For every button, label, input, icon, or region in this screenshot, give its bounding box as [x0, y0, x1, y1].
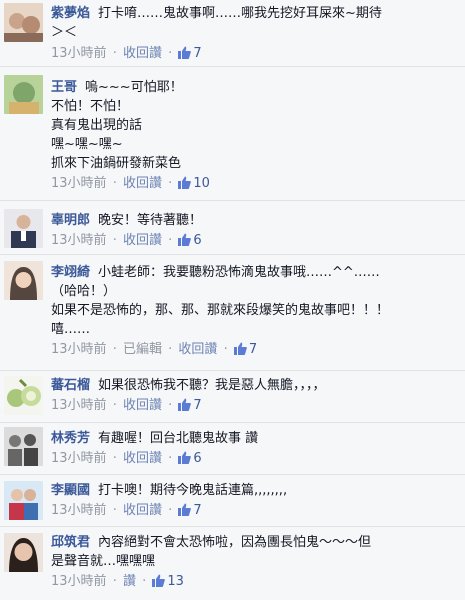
comment-timestamp[interactable]: 13小時前 [51, 342, 107, 357]
avatar[interactable] [4, 209, 43, 248]
comment: 蕃石榴 如果很恐怖我不聽？我是惡人無膽，，，， 13小時前 · 收回讚 · 7 [0, 370, 465, 422]
thumbs-up-icon [233, 342, 247, 355]
like-count[interactable]: 10 [178, 176, 210, 191]
unlike-link[interactable]: 收回讚 [123, 233, 162, 248]
like-count[interactable]: 13 [152, 574, 184, 589]
thumbs-up-icon [152, 574, 166, 587]
comment-timestamp[interactable]: 13小時前 [51, 233, 107, 248]
comment-timestamp[interactable]: 13小時前 [51, 503, 107, 518]
thumbs-up-icon [178, 176, 192, 189]
comment: 李翊綺 小蛙老師：我要聽粉恐怖滴鬼故事哦……^^…… （哈哈！） 如果不是恐怖的，… [0, 254, 465, 370]
unlike-link[interactable]: 收回讚 [178, 342, 217, 357]
thumbs-up-icon [178, 503, 192, 516]
avatar[interactable] [4, 75, 43, 114]
comment-text: 打卡唷……鬼故事啊……哪我先挖好耳屎來~期待 ＞＜ [51, 6, 382, 40]
like-count[interactable]: 7 [178, 398, 202, 413]
commenter-name[interactable]: 邱筑君 [51, 535, 90, 550]
commenter-name[interactable]: 林秀芳 [51, 431, 90, 446]
comment: 邱筑君 內容絕對不會太恐怖啦，因為團長怕鬼～～～但 是聲音就…嘿嘿嘿 13小時前 … [0, 526, 465, 600]
comment-timestamp[interactable]: 13小時前 [51, 451, 107, 466]
commenter-name[interactable]: 李顯國 [51, 483, 90, 498]
unlike-link[interactable]: 收回讚 [123, 503, 162, 518]
unlike-link[interactable]: 收回讚 [123, 451, 162, 466]
unlike-link[interactable]: 收回讚 [123, 46, 162, 61]
comment-text: 有趣喔！回台北聽鬼故事 讚 [98, 431, 259, 446]
comment-timestamp[interactable]: 13小時前 [51, 574, 107, 589]
comment-text: 小蛙老師：我要聽粉恐怖滴鬼故事哦……^^…… （哈哈！） 如果不是恐怖的，那、那… [51, 265, 390, 337]
comment-text: 晚安！等待著聽！ [98, 213, 203, 228]
like-count[interactable]: 6 [178, 451, 202, 466]
comment: 林秀芳 有趣喔！回台北聽鬼故事 讚 13小時前 · 收回讚 · 6 [0, 422, 465, 474]
like-link[interactable]: 讚 [123, 574, 136, 589]
comment: 王哥 嗚~~~可怕耶！ 不怕！不怕！ 真有鬼出現的話 嘿~嘿~嘿~ 抓來下油鍋研發… [0, 66, 465, 200]
commenter-name[interactable]: 紫夢焰 [51, 6, 90, 21]
avatar[interactable] [4, 3, 43, 42]
comment: 辜明郎 晚安！等待著聽！ 13小時前 · 收回讚 · 6 [0, 200, 465, 254]
like-count[interactable]: 6 [178, 233, 202, 248]
comment-list: 紫夢焰 打卡唷……鬼故事啊……哪我先挖好耳屎來~期待 ＞＜ 13小時前 · 收回讚… [0, 0, 465, 600]
comment-text: 打卡噢！期待今晚鬼話連篇,,,,,,,, [98, 483, 288, 498]
comment-timestamp[interactable]: 13小時前 [51, 46, 107, 61]
thumbs-up-icon [178, 46, 192, 59]
thumbs-up-icon [178, 233, 192, 246]
comment-text: 內容絕對不會太恐怖啦，因為團長怕鬼～～～但 是聲音就…嘿嘿嘿 [51, 535, 372, 569]
thumbs-up-icon [178, 398, 192, 411]
commenter-name[interactable]: 王哥 [51, 80, 77, 95]
commenter-name[interactable]: 辜明郎 [51, 213, 90, 228]
commenter-name[interactable]: 蕃石榴 [51, 378, 90, 393]
comment: 李顯國 打卡噢！期待今晚鬼話連篇,,,,,,,, 13小時前 · 收回讚 · 7 [0, 474, 465, 526]
comment: 紫夢焰 打卡唷……鬼故事啊……哪我先挖好耳屎來~期待 ＞＜ 13小時前 · 收回讚… [0, 0, 465, 66]
like-count[interactable]: 7 [178, 503, 202, 518]
unlike-link[interactable]: 收回讚 [123, 176, 162, 191]
commenter-name[interactable]: 李翊綺 [51, 265, 90, 280]
avatar[interactable] [4, 376, 43, 415]
comment-timestamp[interactable]: 13小時前 [51, 398, 107, 413]
avatar[interactable] [4, 533, 43, 572]
avatar[interactable] [4, 427, 43, 466]
avatar[interactable] [4, 261, 43, 300]
avatar[interactable] [4, 481, 43, 520]
unlike-link[interactable]: 收回讚 [123, 398, 162, 413]
edited-label[interactable]: 已編輯 [123, 342, 162, 357]
comment-timestamp[interactable]: 13小時前 [51, 176, 107, 191]
thumbs-up-icon [178, 451, 192, 464]
like-count[interactable]: 7 [178, 46, 202, 61]
like-count[interactable]: 7 [233, 342, 257, 357]
comment-text: 如果很恐怖我不聽？我是惡人無膽，，，， [98, 378, 326, 393]
